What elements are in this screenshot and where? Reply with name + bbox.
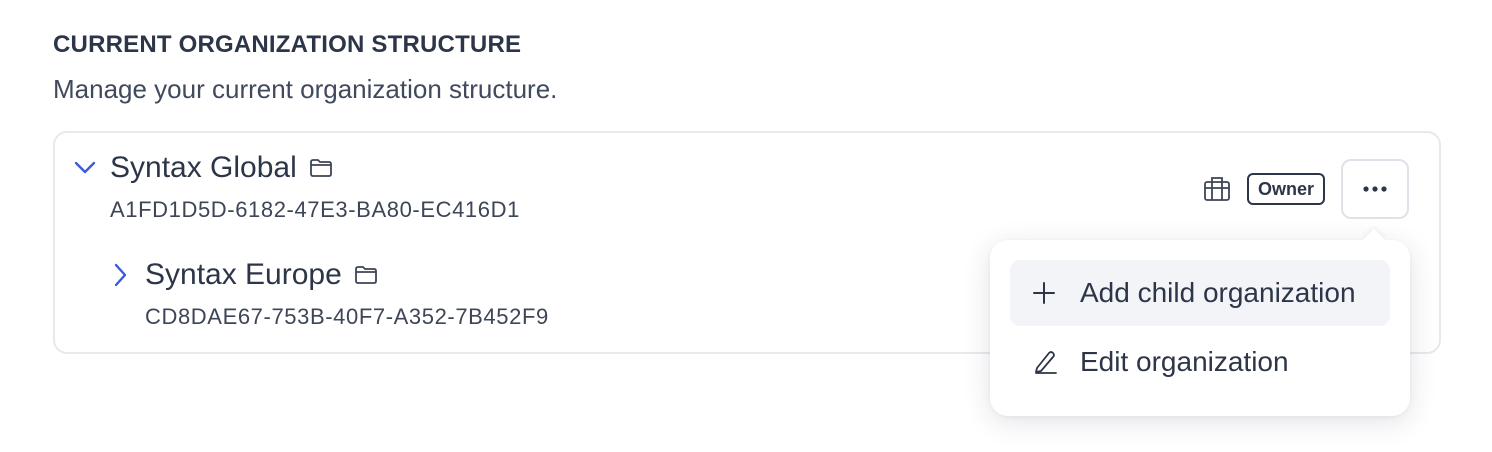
- ellipsis-icon: [1363, 186, 1387, 192]
- org-id: A1FD1D5D-6182-47E3-BA80-EC416D1: [110, 197, 520, 222]
- org-id: CD8DAE67-753B-40F7-A352-7B452F9: [145, 304, 549, 329]
- owner-badge: Owner: [1246, 173, 1325, 205]
- root-actions: Owner: [1203, 159, 1409, 219]
- menu-item-label: Edit organization: [1080, 346, 1289, 377]
- chevron-down-icon[interactable]: [73, 156, 97, 180]
- tree-node-root: Syntax Global A1FD1D5D-6182-47E3-BA80-EC…: [73, 151, 520, 223]
- plus-icon: [1032, 281, 1060, 305]
- pencil-icon: [1032, 349, 1060, 375]
- building-icon: [1203, 176, 1231, 202]
- actions-menu: Add child organization Edit organization: [990, 240, 1410, 416]
- folder-icon: [309, 158, 333, 178]
- menu-item-label: Add child organization: [1080, 277, 1356, 308]
- more-options-button[interactable]: [1341, 159, 1409, 219]
- section-title: CURRENT ORGANIZATION STRUCTURE: [53, 31, 522, 58]
- org-name[interactable]: Syntax Global: [110, 151, 297, 185]
- menu-item-edit[interactable]: Edit organization: [1010, 329, 1390, 395]
- section-description: Manage your current organization structu…: [53, 74, 558, 104]
- folder-icon: [354, 265, 378, 285]
- menu-item-add-child[interactable]: Add child organization: [1010, 260, 1390, 326]
- tree-node-child: Syntax Europe CD8DAE67-753B-40F7-A352-7B…: [108, 258, 549, 330]
- chevron-right-icon[interactable]: [108, 263, 132, 287]
- org-name[interactable]: Syntax Europe: [145, 258, 342, 292]
